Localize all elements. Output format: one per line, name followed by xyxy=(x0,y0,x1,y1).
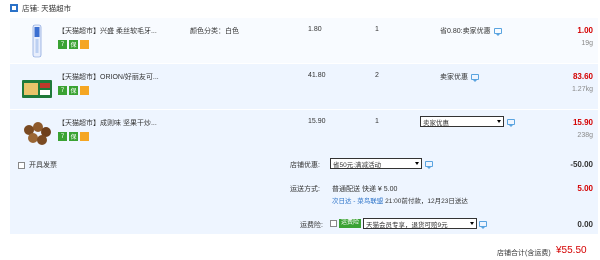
shipping-sub: 次日达 - 菜鸟联盟 21:00前付款，12月23日送达 xyxy=(332,195,468,205)
shop-discount-select[interactable]: 省50元:满减活动 xyxy=(330,158,422,169)
guarantee-icon: 保 xyxy=(69,40,78,49)
promotion-select-value: 卖家优惠 xyxy=(423,119,449,127)
item-total: 1.00 xyxy=(577,26,593,35)
service-badges: 7 保 xyxy=(58,132,89,141)
item-weight: 19g xyxy=(581,40,593,47)
service-badges: 7 保 xyxy=(58,86,89,95)
guarantee-icon: 保 xyxy=(69,86,78,95)
shipping-amount: 5.00 xyxy=(577,184,593,193)
invoice-option[interactable]: 开具发票 xyxy=(18,160,57,170)
shop-total-amount: ¥55.50 xyxy=(556,245,587,256)
chat-icon[interactable] xyxy=(479,220,488,229)
cart-item: 【天猫超市】成则味 坚果干炒... 7 保 15.90 1 卖家优惠 15.90… xyxy=(10,110,598,155)
product-title[interactable]: 【天猫超市】成则味 坚果干炒... xyxy=(58,118,157,128)
quantity: 1 xyxy=(375,26,379,33)
seven-day-return-icon: 7 xyxy=(58,40,67,49)
quantity: 2 xyxy=(375,72,379,79)
quantity: 1 xyxy=(375,118,379,125)
chat-icon[interactable] xyxy=(507,118,515,127)
shipping-method: 普通配送 快递 ¥ 5.00 xyxy=(332,186,398,193)
gift-icon xyxy=(80,132,89,141)
shop-total: 店铺合计(含运费) ¥55.50 xyxy=(0,242,600,260)
shop-name: 店铺: 天猫超市 xyxy=(22,3,72,13)
insurance-checkbox[interactable] xyxy=(330,220,337,227)
cart-item: 【天猫超市】兴盛 柔丝软毛牙... 7 保 颜色分类：白色 1.80 1 省0.… xyxy=(10,18,598,63)
seven-day-return-icon: 7 xyxy=(58,132,67,141)
promotion-text: 省0.80:卖家优惠 xyxy=(440,28,491,35)
store-icon xyxy=(10,4,18,12)
product-image[interactable] xyxy=(20,116,54,150)
service-badges: 7 保 xyxy=(58,40,89,49)
promotion-select[interactable]: 卖家优惠 xyxy=(420,116,504,127)
shop-discount: 省50元:满减活动 xyxy=(330,158,433,169)
cart-item: 【天猫超市】ORION/好丽友可... 7 保 41.80 2 卖家优惠 83.… xyxy=(10,64,598,109)
shipping-label: 运送方式: xyxy=(290,186,320,193)
promotion: 卖家优惠 xyxy=(440,72,479,82)
unit-price: 1.80 xyxy=(308,26,322,33)
insurance-select-value: 天猫会员专享，退货可赔9元 xyxy=(366,221,448,229)
insurance-option: 运费险 天猫会员专享，退货可赔9元 xyxy=(330,218,488,229)
promotion: 卖家优惠 xyxy=(420,116,515,127)
promotion-text: 卖家优惠 xyxy=(440,74,468,81)
product-spec: 颜色分类：白色 xyxy=(190,28,239,35)
invoice-checkbox[interactable] xyxy=(18,161,25,169)
cart-items: 【天猫超市】兴盛 柔丝软毛牙... 7 保 颜色分类：白色 1.80 1 省0.… xyxy=(10,18,598,156)
seven-day-return-icon: 7 xyxy=(58,86,67,95)
item-total: 15.90 xyxy=(572,118,593,127)
insurance-tag: 运费险 xyxy=(339,219,362,228)
item-weight: 238g xyxy=(577,132,593,139)
chat-icon[interactable] xyxy=(493,28,502,36)
shop-total-label: 店铺合计(含运费) xyxy=(497,250,551,257)
product-image[interactable] xyxy=(20,70,54,104)
promotion: 省0.80:卖家优惠 xyxy=(440,26,502,36)
insurance-amount: 0.00 xyxy=(577,220,593,229)
chevron-down-icon xyxy=(415,162,419,165)
product-title[interactable]: 【天猫超市】兴盛 柔丝软毛牙... xyxy=(58,26,157,36)
product-title[interactable]: 【天猫超市】ORION/好丽友可... xyxy=(58,72,159,82)
item-weight: 1.27kg xyxy=(571,86,593,93)
order-summary: 开具发票 店铺优惠: 省50元:满减活动 -50.00 运送方式: 普通配送 快… xyxy=(10,154,598,234)
chat-icon[interactable] xyxy=(425,160,433,169)
shop-discount-label: 店铺优惠: xyxy=(290,162,320,169)
insurance-select[interactable]: 天猫会员专享，退货可赔9元 xyxy=(363,218,478,229)
item-total: 83.60 xyxy=(572,72,593,81)
shop-discount-select-value: 省50元:满减活动 xyxy=(333,161,382,169)
unit-price: 15.90 xyxy=(308,118,326,125)
shipping-sub-text: 21:00前付款，12月23日送达 xyxy=(385,198,468,205)
shop-discount-amount: -50.00 xyxy=(570,160,593,169)
shop-header: 店铺: 天猫超市 xyxy=(0,0,600,16)
gift-icon xyxy=(80,86,89,95)
chevron-down-icon xyxy=(497,120,501,123)
guarantee-icon: 保 xyxy=(69,132,78,141)
invoice-label: 开具发票 xyxy=(29,162,57,169)
insurance-label: 运费险: xyxy=(300,222,323,229)
product-image[interactable] xyxy=(20,24,54,58)
chevron-down-icon xyxy=(470,222,475,225)
chat-icon[interactable] xyxy=(471,74,479,82)
gift-icon xyxy=(80,40,89,49)
shipping-sub-link[interactable]: 次日达 - 菜鸟联盟 xyxy=(332,198,383,205)
unit-price: 41.80 xyxy=(308,72,326,79)
